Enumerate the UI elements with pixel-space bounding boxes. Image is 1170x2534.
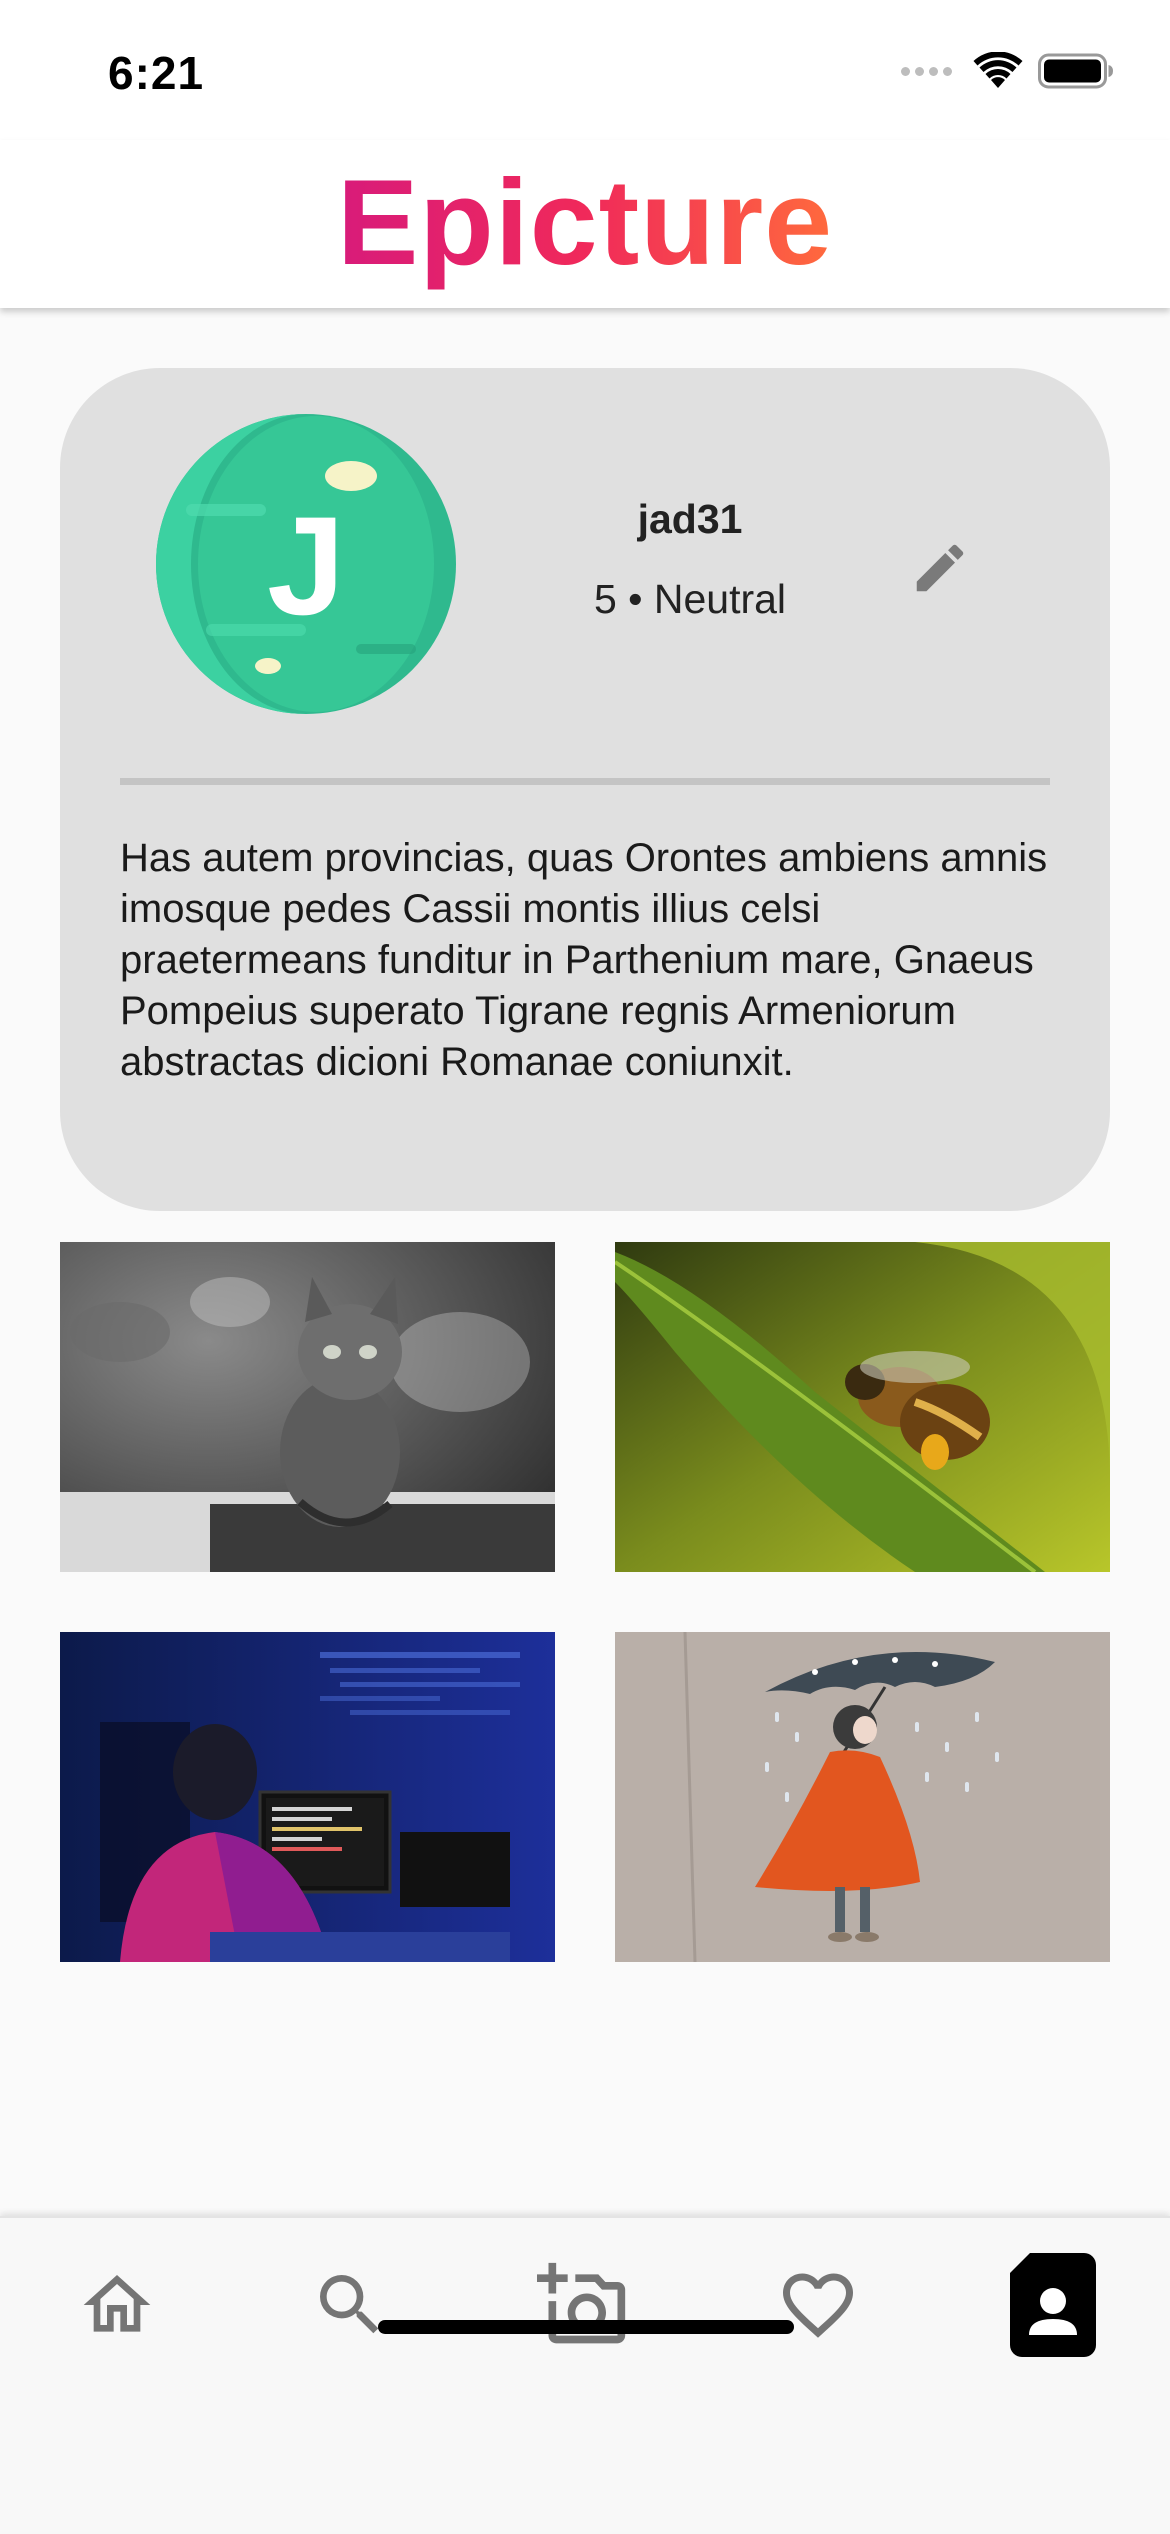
profile-page[interactable]: J jad31 5 • Neutral Has autem provincias… [0,308,1170,2216]
bottom-nav [0,2216,1170,2534]
nav-profile[interactable] [998,2250,1108,2360]
nav-favorites[interactable] [763,2250,873,2360]
battery-icon [1038,53,1113,89]
avatar-letter: J [267,487,345,644]
username: jad31 [637,496,743,542]
add-photo-icon [537,2262,626,2344]
gallery-photo-kitten[interactable] [60,1242,555,1572]
gallery-photo-bee[interactable] [615,1242,1110,1572]
bio-scroll[interactable]: Has autem provincias, quas Orontes ambie… [120,833,1060,1138]
cellular-signal-icon [901,66,952,76]
home-indicator[interactable] [378,2320,794,2334]
app-title-text: Epicture [337,156,833,290]
profile-card: J jad31 5 • Neutral Has autem provincias… [60,368,1110,1211]
nav-search[interactable] [295,2250,405,2360]
search-icon [320,2275,379,2334]
app-title: Epicture [0,156,1170,296]
home-icon [83,2275,151,2332]
card-divider [120,778,1050,785]
nav-add-photo[interactable] [528,2250,638,2360]
profile-icon [1010,2253,1096,2357]
gallery-photo-umbrella[interactable] [615,1632,1110,1962]
gallery-photo-programmer[interactable] [60,1632,555,1962]
nav-home[interactable] [62,2250,172,2360]
heart-icon [783,2273,853,2338]
edit-profile-button[interactable] [900,528,980,608]
bio-text: Has autem provincias, quas Orontes ambie… [120,836,1048,1084]
pencil-icon [916,544,964,592]
wifi-icon [973,52,1023,88]
status-icons [901,52,1114,90]
status-time: 6:21 [108,47,205,99]
avatar: J [156,414,456,714]
app-header: Epicture [0,140,1170,308]
user-meta: 5 • Neutral [593,576,787,622]
status-bar: 6:21 [0,0,1170,140]
